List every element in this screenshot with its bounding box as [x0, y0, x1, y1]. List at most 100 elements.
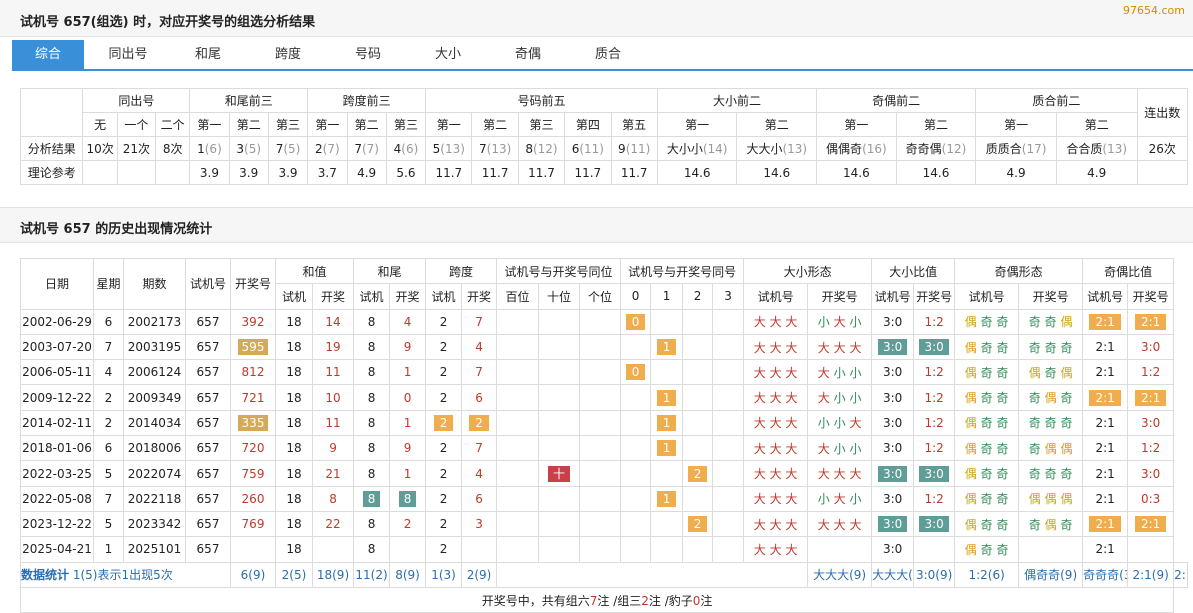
table-cell: 11	[311, 359, 355, 386]
table-cell: 4	[461, 460, 498, 487]
table-cell: 偶 奇 奇	[954, 409, 1020, 437]
table-row: 2022-05-08 7 2022118 657 260 18 8 8 8 2 6 1 大 大 大小 大…	[20, 485, 1188, 512]
table-cell: 1:2	[913, 384, 956, 411]
ref-cell: 14.6	[895, 160, 977, 185]
table-cell: 大 大 大	[743, 485, 809, 512]
sub-header: 开奖号	[807, 283, 873, 310]
table-cell: 3:0	[871, 359, 915, 386]
result-cell: 3(5)	[228, 136, 269, 161]
table-cell: 小 小 大	[807, 409, 873, 437]
section-header-history: 试机号 657 的历史出现情况统计	[0, 207, 1193, 243]
table-cell	[496, 409, 540, 437]
table-cell: 2	[682, 510, 714, 538]
table-cell: 3:0	[1127, 460, 1175, 487]
table-cell: 2003-07-20	[20, 333, 94, 361]
table-cell: 2022118	[123, 485, 186, 512]
table-cell: 1	[650, 409, 684, 437]
table-cell: 14	[311, 308, 355, 335]
table-cell	[538, 409, 581, 437]
sub-header: 1	[650, 283, 684, 310]
table-cell: 8	[353, 308, 391, 335]
table-cell	[682, 359, 714, 386]
table-cell: 657	[185, 359, 231, 386]
tab-same-number[interactable]: 同出号	[92, 40, 164, 69]
table-cell: 偶 奇 奇	[954, 359, 1020, 386]
sub-header: 开奖	[389, 283, 427, 310]
table-cell	[579, 409, 622, 437]
sub-header: 第二	[228, 112, 269, 137]
table-cell: 偶 奇 奇	[954, 536, 1020, 563]
ref-cell: 14.6	[656, 160, 738, 185]
table-cell: 3:0	[871, 435, 915, 462]
row-label: 理论参考	[19, 160, 84, 185]
table-cell	[620, 384, 652, 411]
table-cell	[807, 536, 873, 563]
table-cell: 812	[230, 359, 276, 386]
table-cell: 18	[275, 435, 313, 462]
table-cell: 2	[425, 409, 463, 437]
table-cell: 2:1	[1082, 435, 1129, 462]
table-cell	[712, 409, 745, 437]
sub-header: 第一	[656, 112, 738, 137]
table-cell	[620, 435, 652, 462]
result-cell: 奇奇偶(12)	[895, 136, 977, 161]
ref-cell	[82, 160, 118, 185]
table-cell: 1:2	[1127, 359, 1175, 386]
table-cell	[496, 510, 540, 538]
table-cell: 2	[682, 460, 714, 487]
table-cell	[538, 308, 581, 335]
result-cell: 9(11)	[610, 136, 658, 161]
stat-cell: 8(9)	[389, 561, 427, 588]
ref-cell: 4.9	[346, 160, 387, 185]
table-cell: 2006124	[123, 359, 186, 386]
table-cell	[650, 510, 684, 538]
watermark: 97654.com	[1123, 4, 1185, 17]
sub-header: 第一	[816, 112, 897, 137]
table-cell: 7	[461, 435, 498, 462]
tab-overview[interactable]: 综合	[12, 40, 84, 69]
table-cell: 大 小 小	[807, 384, 873, 411]
stat-cell: 2:1(9)	[1127, 561, 1175, 588]
tab-span[interactable]: 跨度	[252, 40, 324, 69]
table-cell: 657	[185, 460, 231, 487]
table-cell: 9	[311, 435, 355, 462]
table-cell: 大 大 大	[743, 510, 809, 538]
table-cell: 2	[425, 510, 463, 538]
tab-size[interactable]: 大小	[412, 40, 484, 69]
analysis-table: 同出号 和尾前三 跨度前三 号码前五 大小前二 奇偶前二 质合前二 连出数 无一…	[19, 88, 1189, 185]
table-cell: 2	[425, 333, 463, 361]
stat-cell: 大大大(5)	[871, 561, 915, 588]
sub-header: 一个	[116, 112, 157, 137]
stat-cell: 2(9)	[461, 561, 498, 588]
col-size-ratio: 大小比值	[871, 257, 956, 285]
table-cell: 769	[230, 510, 276, 538]
table-cell: 8	[311, 485, 355, 512]
table-cell: 2023-12-22	[20, 510, 94, 538]
table-cell: 偶 奇 奇	[954, 460, 1020, 487]
tab-sum-tail[interactable]: 和尾	[172, 40, 244, 69]
table-cell: 0:3	[1127, 485, 1175, 512]
table-cell: 18	[275, 384, 313, 411]
table-cell	[311, 536, 355, 563]
table-cell	[496, 359, 540, 386]
tab-number[interactable]: 号码	[332, 40, 404, 69]
table-cell: 2	[425, 384, 463, 411]
table-cell	[579, 308, 622, 335]
table-cell: 8	[353, 536, 391, 563]
table-cell	[650, 359, 684, 386]
col-test-number: 试机号	[185, 258, 231, 310]
table-cell: 2002-06-29	[20, 308, 94, 335]
table-cell: 大 大 大	[807, 510, 873, 538]
ref-cell: 4.9	[1055, 160, 1138, 185]
table-cell	[461, 536, 498, 563]
tab-prime-composite[interactable]: 质合	[572, 40, 644, 69]
stat-cell: 1:2(6)	[954, 561, 1020, 588]
tab-odd-even[interactable]: 奇偶	[492, 40, 564, 69]
table-cell: 2:1	[1127, 308, 1175, 335]
row-label: 分析结果	[19, 136, 84, 161]
table-cell: 2:1	[1082, 510, 1129, 538]
table-cell: 2018006	[123, 435, 186, 462]
table-cell	[538, 485, 581, 512]
table-cell: 6	[93, 308, 124, 335]
table-cell: 5	[93, 460, 124, 487]
